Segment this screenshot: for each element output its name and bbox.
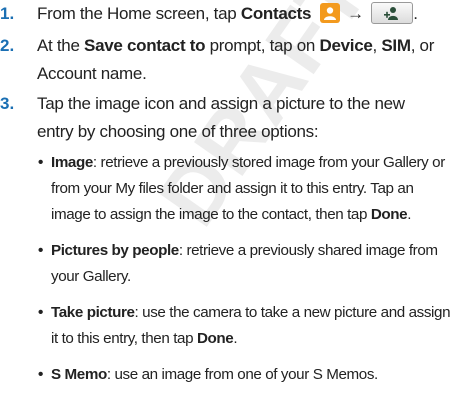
step-text: Tap the image icon and assign a picture … [37,94,405,141]
bullet-dot: • [38,304,43,321]
option-pictures-by-people: • Pictures by people: retrieve a previou… [38,238,468,290]
bullet-dot: • [38,242,43,259]
save-contact-to-label: Save contact to [84,36,206,55]
bullet-dot: • [38,366,43,383]
step-number: 3. [0,94,15,113]
step-text: From the Home screen, tap Contacts → . [37,2,418,24]
bullet-dot: • [38,154,43,171]
option-title: S Memo [51,366,107,383]
step-text: At the Save contact to prompt, tap on De… [37,36,435,83]
sim-label: SIM [381,36,411,55]
option-title: Take picture [51,304,135,321]
option-s-memo: • S Memo: use an image from one of your … [38,362,468,388]
option-title: Pictures by people [51,242,179,259]
add-contact-icon [371,2,414,24]
step-number: 2. [0,36,15,55]
arrow: → [347,4,364,23]
step-number: 1. [0,4,15,23]
device-label: Device [319,36,373,55]
option-take-picture: • Take picture: use the camera to take a… [38,300,468,352]
option-title: Image [51,154,93,171]
contacts-label: Contacts [240,4,312,23]
option-image: • Image: retrieve a previously stored im… [38,150,468,228]
contacts-app-icon [319,3,340,23]
